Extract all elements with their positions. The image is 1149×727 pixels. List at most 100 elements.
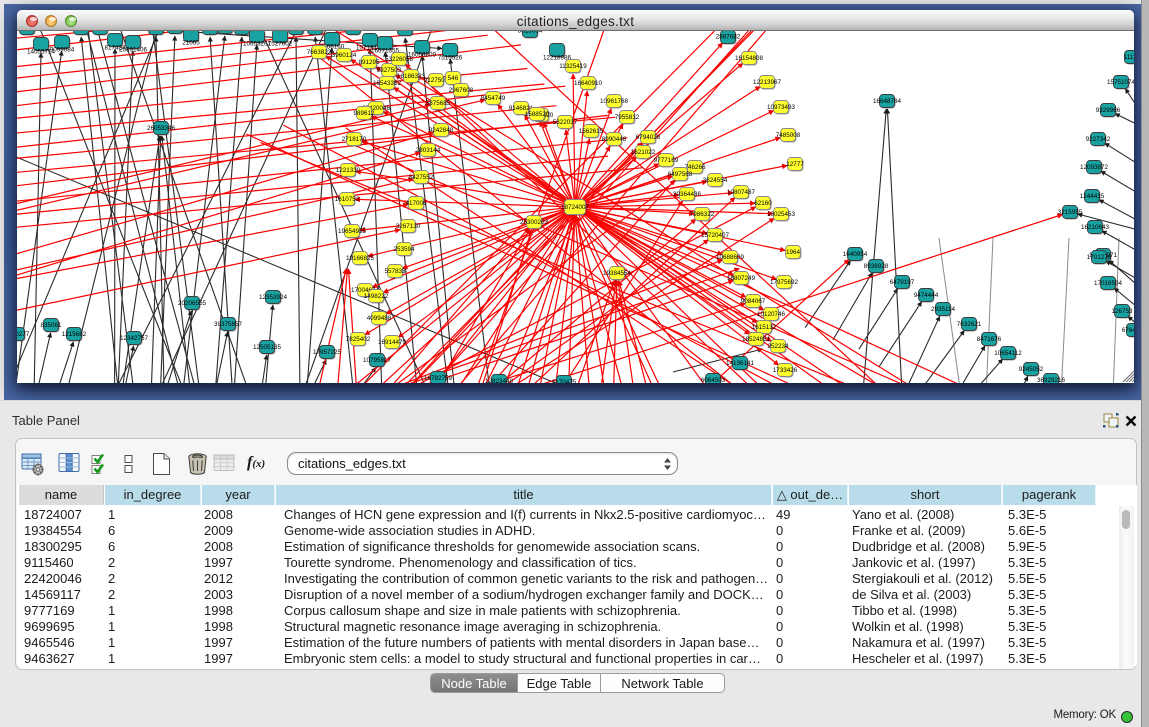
svg-text:17016504: 17016504: [1094, 280, 1123, 287]
svg-text:1221330: 1221330: [336, 167, 361, 174]
svg-text:1615132: 1615132: [752, 324, 777, 331]
svg-text:12342757: 12342757: [120, 335, 149, 342]
svg-text:18186323: 18186323: [397, 73, 426, 80]
svg-text:252234: 252234: [767, 343, 789, 350]
svg-text:3215955: 3215955: [1058, 209, 1083, 216]
svg-text:2718170: 2718170: [342, 136, 367, 143]
svg-text:1701276: 1701276: [1087, 254, 1112, 261]
svg-text:53226058: 53226058: [385, 56, 414, 63]
svg-text:18807249: 18807249: [727, 275, 756, 282]
svg-text:9127502: 9127502: [424, 77, 449, 84]
svg-text:10120746: 10120746: [757, 311, 786, 318]
svg-text:9084067: 9084067: [741, 298, 766, 305]
svg-text:19654935: 19654935: [338, 228, 367, 235]
svg-text:1733426: 1733426: [773, 367, 798, 374]
svg-text:3170475: 3170475: [552, 379, 577, 383]
svg-text:12505135: 12505135: [253, 344, 282, 351]
svg-text:2803144: 2803144: [416, 147, 441, 154]
svg-text:16782759: 16782759: [424, 375, 453, 382]
svg-text:12777: 12777: [786, 161, 804, 168]
svg-text:6497568: 6497568: [668, 171, 693, 178]
svg-text:20691406: 20691406: [119, 47, 148, 54]
svg-text:11122: 11122: [1124, 54, 1134, 61]
svg-text:6794028: 6794028: [636, 134, 661, 141]
svg-text:16210643: 16210643: [1081, 224, 1110, 231]
svg-text:5322037: 5322037: [553, 119, 578, 126]
svg-text:5875685: 5875685: [426, 100, 451, 107]
svg-text:9777169: 9777169: [654, 157, 679, 164]
svg-text:9099084: 9099084: [50, 47, 75, 54]
svg-text:6479197: 6479197: [890, 279, 915, 286]
svg-text:2935114: 2935114: [931, 306, 956, 313]
svg-text:16914479: 16914479: [378, 339, 407, 346]
svg-text:15751074: 15751074: [1107, 79, 1134, 86]
svg-text:26053346: 26053346: [147, 125, 176, 132]
svg-text:39375857: 39375857: [214, 321, 243, 328]
svg-text:1640954: 1640954: [843, 251, 868, 258]
svg-text:1610753: 1610753: [335, 196, 360, 203]
svg-text:9474444: 9474444: [914, 292, 939, 299]
svg-text:989612: 989612: [353, 110, 375, 117]
svg-text:10961768: 10961768: [600, 98, 629, 105]
svg-text:1244415: 1244415: [1080, 193, 1105, 200]
svg-text:20206555: 20206555: [178, 300, 207, 307]
svg-text:16154808: 16154808: [735, 55, 764, 62]
svg-text:9227342: 9227342: [1086, 136, 1111, 143]
svg-text:8990448: 8990448: [602, 136, 627, 143]
svg-text:18724007: 18724007: [561, 204, 590, 211]
svg-text:9245052: 9245052: [1019, 366, 1044, 373]
svg-text:1527602: 1527602: [268, 41, 293, 48]
svg-text:1215682: 1215682: [62, 331, 87, 338]
svg-text:3960124: 3960124: [332, 52, 357, 59]
svg-text:7825402: 7825402: [346, 336, 371, 343]
svg-text:25300203: 25300203: [520, 219, 549, 226]
svg-text:1562615: 1562615: [579, 128, 604, 135]
svg-text:19384554: 19384554: [603, 270, 632, 277]
svg-text:8471676: 8471676: [977, 336, 1002, 343]
svg-text:17957225: 17957225: [313, 349, 342, 356]
svg-text:8454749: 8454749: [481, 95, 506, 102]
svg-text:10025453: 10025453: [767, 211, 796, 218]
svg-text:21065: 21065: [182, 40, 200, 47]
svg-text:835061: 835061: [40, 322, 62, 329]
svg-text:253594: 253594: [393, 246, 415, 253]
svg-text:8938928: 8938928: [864, 263, 889, 270]
svg-text:1498222: 1498222: [364, 293, 389, 300]
svg-text:62160: 62160: [754, 200, 772, 207]
svg-text:557833: 557833: [384, 268, 406, 275]
svg-text:12093872: 12093872: [1080, 164, 1109, 171]
svg-text:6764892: 6764892: [1122, 327, 1134, 334]
svg-text:12823448: 12823448: [485, 378, 514, 383]
svg-text:7955812: 7955812: [615, 114, 640, 121]
svg-text:3624554: 3624554: [703, 177, 728, 184]
svg-text:19166825: 19166825: [346, 255, 375, 262]
svg-text:7663822: 7663822: [307, 49, 332, 56]
svg-text:7485008: 7485008: [776, 132, 801, 139]
svg-text:1964: 1964: [786, 249, 801, 256]
svg-text:4099488: 4099488: [367, 315, 392, 322]
svg-text:891295: 891295: [358, 59, 380, 66]
svg-text:17975692: 17975692: [770, 279, 799, 286]
svg-text:12353924: 12353924: [259, 294, 288, 301]
svg-text:36929216: 36929216: [1037, 377, 1066, 383]
svg-text:16648784: 16648784: [873, 98, 902, 105]
svg-text:10807487: 10807487: [727, 189, 756, 196]
svg-text:16640910: 16640910: [574, 80, 603, 87]
svg-text:14136141: 14136141: [726, 360, 755, 367]
svg-text:11325419: 11325419: [559, 63, 587, 70]
svg-text:1621022: 1621022: [631, 149, 656, 156]
svg-text:7632621: 7632621: [957, 321, 982, 328]
svg-text:7986322: 7986322: [690, 211, 715, 218]
svg-text:417006: 417006: [405, 200, 427, 207]
svg-text:3267130: 3267130: [396, 223, 421, 230]
svg-text:15720407: 15720407: [701, 232, 730, 239]
svg-text:546: 546: [448, 75, 459, 82]
svg-text:2967608: 2967608: [449, 87, 474, 94]
svg-text:2887682: 2887682: [716, 34, 741, 41]
svg-text:6064503: 6064503: [701, 377, 726, 383]
svg-text:8813054: 8813054: [518, 31, 543, 35]
svg-text:12213967: 12213967: [753, 79, 782, 86]
svg-text:18524851: 18524851: [742, 336, 771, 343]
svg-text:1588520: 1588520: [525, 111, 550, 118]
svg-text:16543382: 16543382: [373, 80, 402, 87]
